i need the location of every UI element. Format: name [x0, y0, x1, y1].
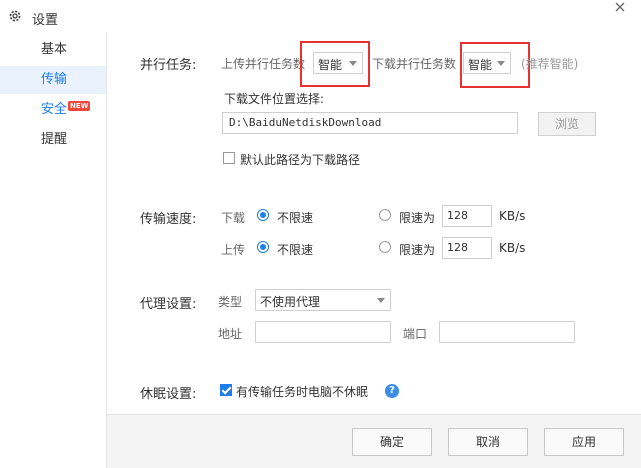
sidebar-item-label: 基本: [41, 42, 68, 57]
sidebar-item-basic[interactable]: 基本: [0, 36, 106, 64]
parallel-section-label: 并行任务:: [140, 58, 197, 73]
download-limit-radio[interactable]: [379, 209, 391, 221]
upload-unlimited-radio[interactable]: [257, 241, 269, 253]
download-limit-label: 限速为: [399, 211, 436, 225]
proxy-address-input[interactable]: [255, 321, 391, 343]
sidebar-item-label: 安全: [41, 102, 68, 117]
download-speed-label: 下载: [221, 211, 246, 225]
gear-icon: [9, 10, 21, 22]
download-parallel-select[interactable]: 智能: [463, 52, 511, 74]
sleep-section-label: 休眠设置:: [140, 387, 197, 402]
download-location-label: 下载文件位置选择:: [224, 92, 325, 106]
upload-unit-label: KB/s: [499, 241, 526, 255]
sidebar-item-security[interactable]: 安全 NEW: [0, 96, 106, 124]
proxy-type-value: 不使用代理: [260, 295, 321, 309]
sidebar-item-reminder[interactable]: 提醒: [0, 126, 106, 154]
ok-button[interactable]: 确定: [352, 428, 432, 456]
download-path-input[interactable]: D:\BaiduNetdiskDownload: [222, 112, 518, 134]
browse-button[interactable]: 浏览: [538, 112, 596, 136]
chevron-down-icon: [377, 298, 385, 303]
dialog-footer: 确定 取消 应用: [107, 414, 641, 468]
upload-parallel-select[interactable]: 智能: [313, 52, 363, 74]
upload-parallel-label: 上传并行任务数: [221, 57, 306, 71]
proxy-address-label: 地址: [218, 327, 243, 341]
download-unit-label: KB/s: [499, 209, 526, 223]
download-parallel-label: 下载并行任务数: [372, 57, 457, 71]
upload-parallel-value: 智能: [318, 58, 343, 72]
upload-speed-label: 上传: [221, 243, 246, 257]
no-sleep-label: 有传输任务时电脑不休眠: [236, 385, 369, 399]
proxy-port-input[interactable]: [439, 321, 575, 343]
title-bar: 设置: [0, 0, 641, 32]
settings-panel: 并行任务: 上传并行任务数 智能 下载并行任务数 智能 (推荐智能) 下载文件位…: [107, 32, 641, 468]
proxy-type-select[interactable]: 不使用代理: [255, 289, 391, 311]
cancel-button[interactable]: 取消: [448, 428, 528, 456]
upload-limit-input[interactable]: 128: [442, 237, 492, 259]
sidebar: 基本 传输 安全 NEW 提醒: [0, 32, 107, 468]
close-icon[interactable]: [611, 0, 631, 20]
proxy-section-label: 代理设置:: [140, 297, 197, 312]
sidebar-item-label: 传输: [41, 72, 68, 87]
proxy-type-label: 类型: [218, 295, 243, 309]
apply-button[interactable]: 应用: [544, 428, 624, 456]
new-badge: NEW: [68, 101, 91, 111]
download-limit-input[interactable]: 128: [442, 205, 492, 227]
upload-unlimited-label: 不限速: [277, 243, 314, 257]
download-unlimited-radio[interactable]: [257, 209, 269, 221]
sidebar-item-transfer[interactable]: 传输: [0, 66, 106, 94]
proxy-port-label: 端口: [403, 327, 428, 341]
chevron-down-icon: [349, 61, 357, 66]
download-unlimited-label: 不限速: [277, 211, 314, 225]
parallel-hint: (推荐智能): [521, 57, 579, 71]
speed-section-label: 传输速度:: [140, 212, 197, 227]
chevron-down-icon: [497, 61, 505, 66]
upload-limit-label: 限速为: [399, 243, 436, 257]
help-icon[interactable]: ?: [385, 384, 399, 398]
window-title: 设置: [32, 13, 59, 28]
download-parallel-value: 智能: [468, 58, 493, 72]
default-path-label: 默认此路径为下载路径: [240, 153, 361, 167]
upload-limit-radio[interactable]: [379, 241, 391, 253]
default-path-checkbox[interactable]: [223, 152, 235, 164]
sidebar-item-label: 提醒: [41, 132, 68, 147]
no-sleep-checkbox[interactable]: [220, 384, 232, 396]
